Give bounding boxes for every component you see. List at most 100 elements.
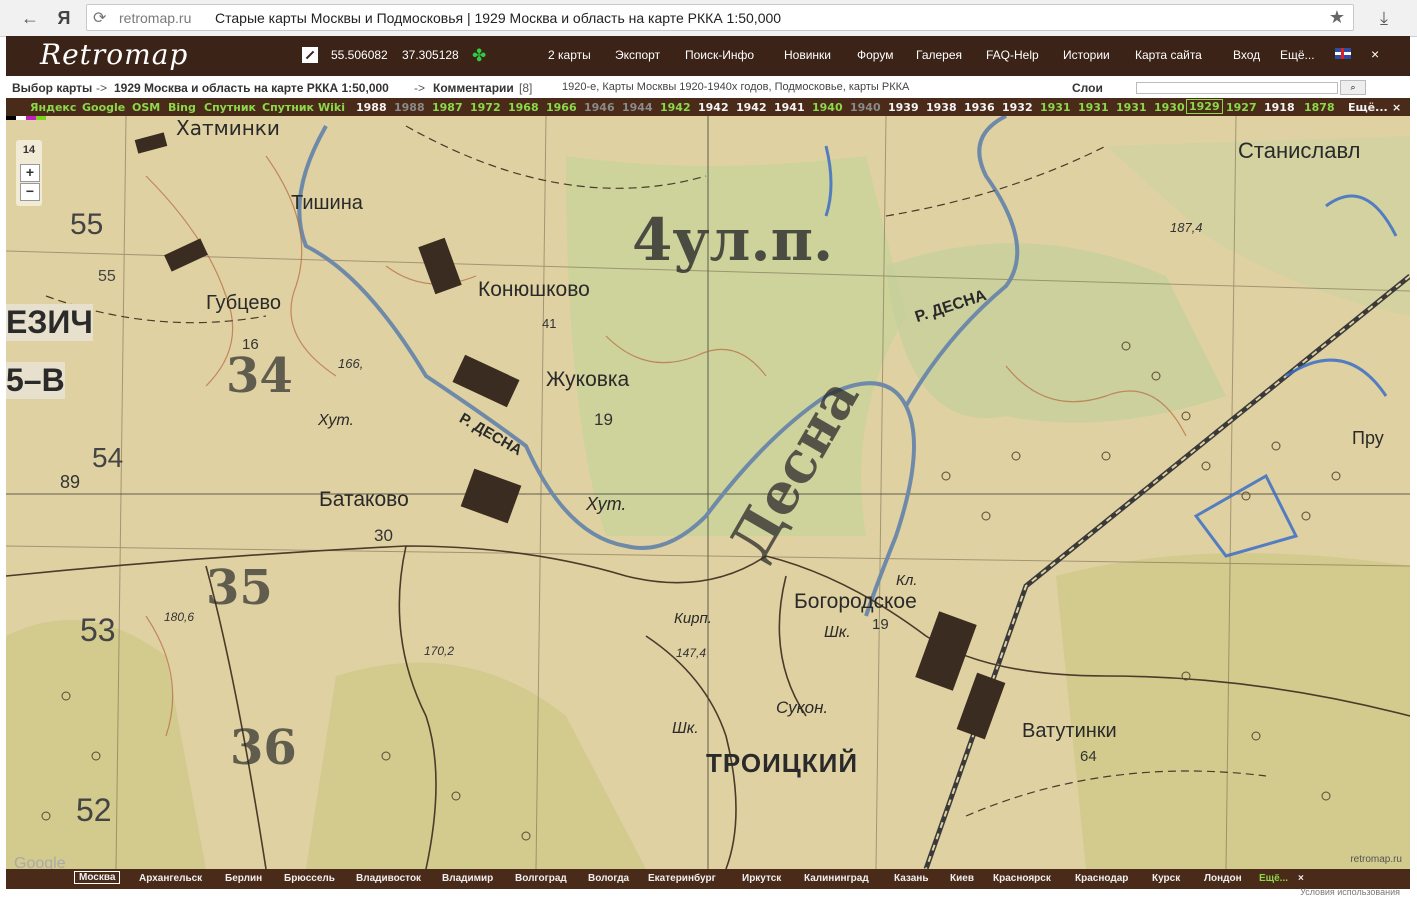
search-icon[interactable]: ⌕ (1340, 80, 1366, 95)
layer-item[interactable]: 1946 (584, 101, 615, 114)
coordinates-icon[interactable] (302, 47, 318, 63)
yandex-icon[interactable]: Я (52, 6, 76, 30)
menu-new[interactable]: Новинки (784, 48, 831, 62)
layer-item[interactable]: Ещё... (1348, 101, 1388, 114)
breadcrumb-select-map[interactable]: Выбор карты (12, 81, 92, 95)
city-item[interactable]: Брюссель (284, 873, 335, 884)
city-item[interactable]: Красноярск (993, 873, 1051, 884)
city-item[interactable]: Владивосток (356, 873, 421, 884)
layer-item[interactable]: 1918 (1264, 101, 1295, 114)
city-item[interactable]: Курск (1152, 873, 1180, 884)
layer-item[interactable]: 1941 (774, 101, 805, 114)
layer-item[interactable]: 1931 (1116, 101, 1147, 114)
layer-item[interactable]: 1972 (470, 101, 501, 114)
layer-item[interactable]: 1944 (622, 101, 653, 114)
longitude: 37.305128 (402, 48, 459, 62)
city-item[interactable]: Казань (894, 873, 929, 884)
map-label-school: Шк. (672, 720, 699, 737)
layer-item[interactable]: 1936 (964, 101, 995, 114)
layer-item[interactable]: 1988 (394, 101, 425, 114)
layer-item[interactable]: 1939 (888, 101, 919, 114)
city-item[interactable]: Вологда (588, 873, 629, 884)
city-item[interactable]: Калининград (804, 873, 869, 884)
layer-item[interactable]: 1940 (850, 101, 881, 114)
zoom-in-button[interactable]: + (20, 164, 40, 182)
menu-export[interactable]: Экспорт (615, 48, 660, 62)
grid-number: 55 (70, 208, 104, 241)
menu-login[interactable]: Вход (1233, 48, 1260, 62)
layer-item[interactable]: 1929 (1186, 99, 1223, 114)
layer-item[interactable]: 1938 (926, 101, 957, 114)
city-item[interactable]: Ещё... (1259, 873, 1288, 884)
layer-item[interactable]: Bing (168, 101, 196, 114)
layer-year-bar: Яндекс Google OSM Bing Спутник Спутник Wiki 198… (6, 98, 1410, 116)
layer-item[interactable]: 1942 (736, 101, 767, 114)
city-item[interactable]: Иркутск (742, 873, 781, 884)
city-item[interactable]: Берлин (225, 873, 262, 884)
layer-item[interactable]: Wiki (318, 101, 345, 114)
map-number: 64 (1080, 748, 1097, 765)
retromap-logo[interactable]: Retromap (40, 38, 188, 71)
download-icon[interactable]: ⤓ (1372, 6, 1396, 30)
city-item[interactable]: Волгоград (515, 873, 567, 884)
layer-item[interactable]: Спутник (262, 101, 314, 114)
layer-item[interactable]: 1931 (1078, 101, 1109, 114)
layer-item[interactable]: 1968 (508, 101, 539, 114)
city-item[interactable]: Екатеринбург (648, 873, 716, 884)
uk-flag-icon[interactable] (1335, 48, 1351, 59)
city-item[interactable]: Краснодар (1075, 873, 1128, 884)
menu-search-info[interactable]: Поиск-Инфо (685, 48, 754, 62)
header-close-button[interactable]: × (1371, 46, 1379, 62)
menu-stories[interactable]: Истории (1063, 48, 1110, 62)
layer-item[interactable]: 1932 (1002, 101, 1033, 114)
elevation-mark: 170,2 (424, 644, 455, 658)
menu-more[interactable]: Ещё... (1280, 48, 1315, 62)
city-item[interactable]: Москва (74, 871, 121, 884)
layer-item[interactable]: 1931 (1040, 101, 1071, 114)
layer-item[interactable]: OSM (132, 101, 160, 114)
handwritten-note: 36 (230, 720, 297, 776)
layer-item[interactable]: 1942 (660, 101, 691, 114)
zoom-out-button[interactable]: − (20, 183, 40, 201)
menu-two-maps[interactable]: 2 карты (548, 48, 591, 62)
map-number: 19 (594, 410, 613, 429)
terms-link[interactable]: Условия использования (1300, 887, 1400, 897)
bookmark-star-icon[interactable]: ★ (1329, 7, 1345, 28)
reload-icon[interactable]: ⟳ (93, 8, 106, 28)
handwritten-note: 4ул.п. (632, 206, 834, 274)
layer-item[interactable]: Спутник (204, 101, 256, 114)
address-bar[interactable]: ⟳ retromap.ru Старые карты Москвы и Подм… (86, 4, 1354, 31)
layer-item[interactable]: 1940 (812, 101, 843, 114)
menu-faq[interactable]: FAQ-Help (986, 48, 1039, 62)
city-bar-close-button[interactable]: × (1298, 873, 1304, 884)
layer-item[interactable]: 1927 (1226, 101, 1257, 114)
city-item[interactable]: Лондон (1204, 873, 1242, 884)
city-item[interactable]: Архангельск (139, 873, 202, 884)
layer-item[interactable]: 1878 (1304, 101, 1335, 114)
map-watermark: retromap.ru (1350, 854, 1402, 865)
back-arrow-icon[interactable]: ← (18, 6, 42, 30)
city-item[interactable]: Владимир (442, 873, 493, 884)
map-viewport[interactable]: Хатминки Тишина Губцево Конюшково Жуковк… (6, 116, 1410, 869)
clover-icon[interactable]: ✤ (472, 46, 486, 66)
layer-item[interactable]: Яндекс (30, 101, 76, 114)
menu-sitemap[interactable]: Карта сайта (1135, 48, 1202, 62)
layer-item[interactable]: 1988 (356, 101, 387, 114)
city-item[interactable]: Киев (950, 873, 974, 884)
menu-forum[interactable]: Форум (857, 48, 893, 62)
village-label-zhukovka: Жуковка (546, 368, 630, 391)
breadcrumb-map-name[interactable]: 1929 Москва и область на карте РККА 1:50… (114, 81, 389, 95)
village-label-bogorodskoe: Богородское (794, 590, 917, 613)
layer-item[interactable]: 1987 (432, 101, 463, 114)
menu-gallery[interactable]: Галерея (916, 48, 962, 62)
layers-search-input[interactable] (1136, 82, 1338, 94)
layer-item[interactable]: 1966 (546, 101, 577, 114)
layer-item[interactable]: Google (82, 101, 125, 114)
layer-item[interactable]: 1930 (1154, 101, 1185, 114)
map-label-school: Шк. (824, 624, 851, 641)
village-label-vatutinki: Ватутинки (1022, 720, 1117, 742)
village-label-konyushkovo: Конюшково (478, 278, 590, 301)
breadcrumb-comments[interactable]: Комментарии (433, 81, 514, 95)
layer-item[interactable]: 1942 (698, 101, 729, 114)
year-bar-close-button[interactable]: × (1392, 101, 1401, 114)
